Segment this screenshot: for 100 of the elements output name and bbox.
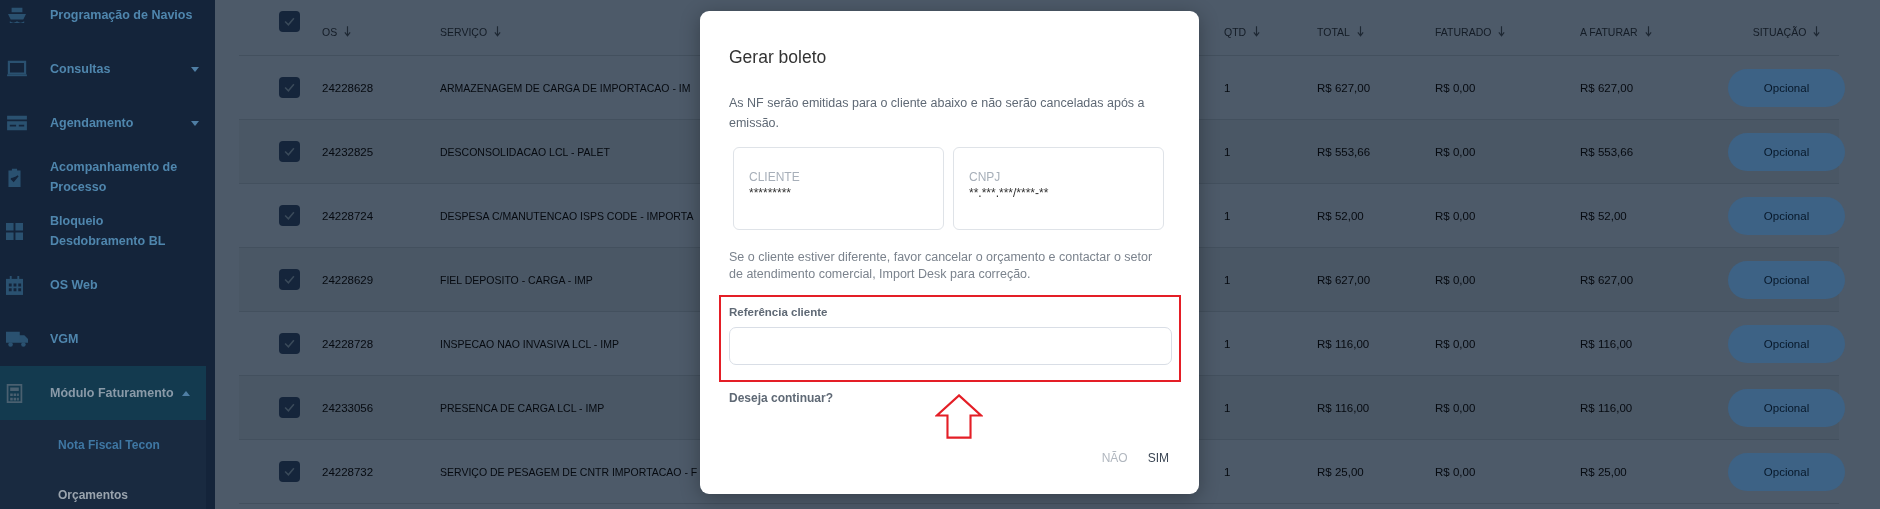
table-cell: 1 xyxy=(1224,337,1231,350)
dialog-question: Deseja continuar? xyxy=(729,391,834,405)
info-label: CLIENTE xyxy=(749,170,801,184)
sidebar-item[interactable]: Programação de Navios xyxy=(0,0,215,42)
table-cell: 1 xyxy=(1224,81,1231,94)
checkbox[interactable] xyxy=(279,333,300,354)
table-cell: DESPESA C/MANUTENCAO ISPS CODE - IMPORTA xyxy=(440,209,694,222)
submenu-item[interactable]: Orçamentos xyxy=(0,470,206,509)
submenu-item[interactable]: Nota Fiscal Tecon xyxy=(0,420,206,470)
table-cell: 1 xyxy=(1224,209,1231,222)
table-cell: R$ 0,00 xyxy=(1435,465,1476,478)
table-cell: R$ 627,00 xyxy=(1317,273,1371,286)
table-cell: R$ 116,00 xyxy=(1317,401,1370,414)
checkbox[interactable] xyxy=(279,461,300,482)
table-cell: R$ 627,00 xyxy=(1580,273,1634,286)
table-cell: R$ 627,00 xyxy=(1317,81,1371,94)
table-cell: 24228724 xyxy=(322,209,374,222)
column-header[interactable]: SITUAÇÃO xyxy=(1752,25,1807,38)
truck-icon xyxy=(6,330,28,348)
sort-arrow-icon[interactable] xyxy=(344,26,352,37)
column-header[interactable]: TOTAL xyxy=(1317,25,1350,38)
table-cell: R$ 25,00 xyxy=(1317,465,1364,478)
sidebar-item[interactable]: Agendamento xyxy=(0,96,215,150)
sidebar-item[interactable]: Consultas xyxy=(0,42,215,96)
column-header[interactable]: FATURADO xyxy=(1435,25,1492,38)
up-arrow-drawing xyxy=(935,394,983,439)
clipboard-icon xyxy=(6,167,23,187)
table-cell: R$ 0,00 xyxy=(1435,145,1476,158)
info-value: **.***.***/****-** xyxy=(969,186,1050,200)
sort-arrow-icon[interactable] xyxy=(1813,26,1821,37)
table-cell: 1 xyxy=(1224,145,1231,158)
column-header[interactable]: QTD xyxy=(1224,25,1247,38)
checkbox[interactable] xyxy=(279,269,300,290)
sort-arrow-icon[interactable] xyxy=(494,26,502,37)
sidebar-item[interactable]: Módulo Faturamento xyxy=(0,366,206,420)
column-header[interactable]: A FATURAR xyxy=(1580,25,1638,38)
calendar-icon xyxy=(6,275,23,295)
table-cell: 24228628 xyxy=(322,81,374,94)
table-cell: R$ 52,00 xyxy=(1317,209,1364,222)
table-cell: ARMAZENAGEM DE CARGA DE IMPORTACAO - IM xyxy=(440,81,691,94)
sort-arrow-icon[interactable] xyxy=(1644,26,1652,37)
dialog-button[interactable]: SIM xyxy=(1141,447,1175,469)
status-badge: Opcional xyxy=(1728,452,1845,491)
table-cell: DESCONSOLIDACAO LCL - PALET xyxy=(440,145,610,158)
table-cell: R$ 116,00 xyxy=(1580,401,1633,414)
sort-arrow-icon[interactable] xyxy=(1356,26,1364,37)
table-cell: R$ 627,00 xyxy=(1580,81,1634,94)
table-cell: 24228732 xyxy=(322,465,374,478)
sidebar-item[interactable]: VGM xyxy=(0,312,215,366)
info-value: ********* xyxy=(749,186,793,200)
table-cell: 24232825 xyxy=(322,145,374,158)
status-badge: Opcional xyxy=(1728,324,1845,363)
table-cell: 1 xyxy=(1224,273,1231,286)
sidebar-item[interactable]: OS Web xyxy=(0,258,215,312)
table-cell: R$ 116,00 xyxy=(1317,337,1370,350)
table-cell: R$ 25,00 xyxy=(1580,465,1627,478)
info-label: CNPJ xyxy=(969,170,1002,184)
sort-arrow-icon[interactable] xyxy=(1498,26,1506,37)
table-cell: R$ 116,00 xyxy=(1580,337,1633,350)
check-icon xyxy=(284,467,295,476)
table-cell: R$ 0,00 xyxy=(1435,273,1476,286)
monitor-icon xyxy=(6,60,28,78)
column-header[interactable]: SERVIÇO xyxy=(440,25,488,38)
checkbox[interactable] xyxy=(279,11,300,32)
checkbox[interactable] xyxy=(279,77,300,98)
check-icon xyxy=(284,403,295,412)
check-icon xyxy=(284,83,295,92)
sidebar-item[interactable]: Bloqueio Desdobramento BL xyxy=(0,204,215,258)
sidebar-item[interactable]: Acompanhamento de Processo xyxy=(0,150,215,204)
table-cell: R$ 553,66 xyxy=(1580,145,1634,158)
dialog-message: As NF serão emitidas para o cliente abaixo e não serão canceladas após a emissão. xyxy=(729,95,1146,132)
checkbox[interactable] xyxy=(279,205,300,226)
dialog-note: Se o cliente estiver diferente, favor cancelar o orçamento e contactar o setor de atendimento comercial, Import Desk para correção. xyxy=(729,249,1154,283)
table-cell: INSPECAO NAO INVASIVA LCL - IMP xyxy=(440,337,619,350)
table-cell: R$ 553,66 xyxy=(1317,145,1371,158)
ship-icon xyxy=(6,6,28,24)
status-badge: Opcional xyxy=(1728,68,1845,107)
card-icon xyxy=(6,114,28,132)
field-label: Referência cliente xyxy=(729,306,829,318)
table-cell: FIEL DEPOSITO - CARGA - IMP xyxy=(440,273,593,286)
check-icon xyxy=(284,275,295,284)
checkbox[interactable] xyxy=(279,141,300,162)
check-icon xyxy=(284,147,295,156)
table-cell: 24228629 xyxy=(322,273,374,286)
status-badge: Opcional xyxy=(1728,260,1845,299)
column-header[interactable]: OS xyxy=(322,25,338,38)
dialog-title: Gerar boleto xyxy=(729,47,828,68)
table-cell: R$ 0,00 xyxy=(1435,337,1476,350)
table-cell: PRESENCA DE CARGA LCL - IMP xyxy=(440,401,605,414)
check-icon xyxy=(284,211,295,220)
input-field[interactable] xyxy=(729,327,1172,365)
table-cell: R$ 0,00 xyxy=(1435,209,1476,222)
table-cell: R$ 52,00 xyxy=(1580,209,1627,222)
sort-arrow-icon[interactable] xyxy=(1253,26,1261,37)
status-badge: Opcional xyxy=(1728,132,1845,171)
checkbox[interactable] xyxy=(279,397,300,418)
table-cell: 24233056 xyxy=(322,401,374,414)
check-icon xyxy=(284,17,295,26)
calculator-icon xyxy=(6,383,23,403)
table-cell: 24228728 xyxy=(322,337,374,350)
